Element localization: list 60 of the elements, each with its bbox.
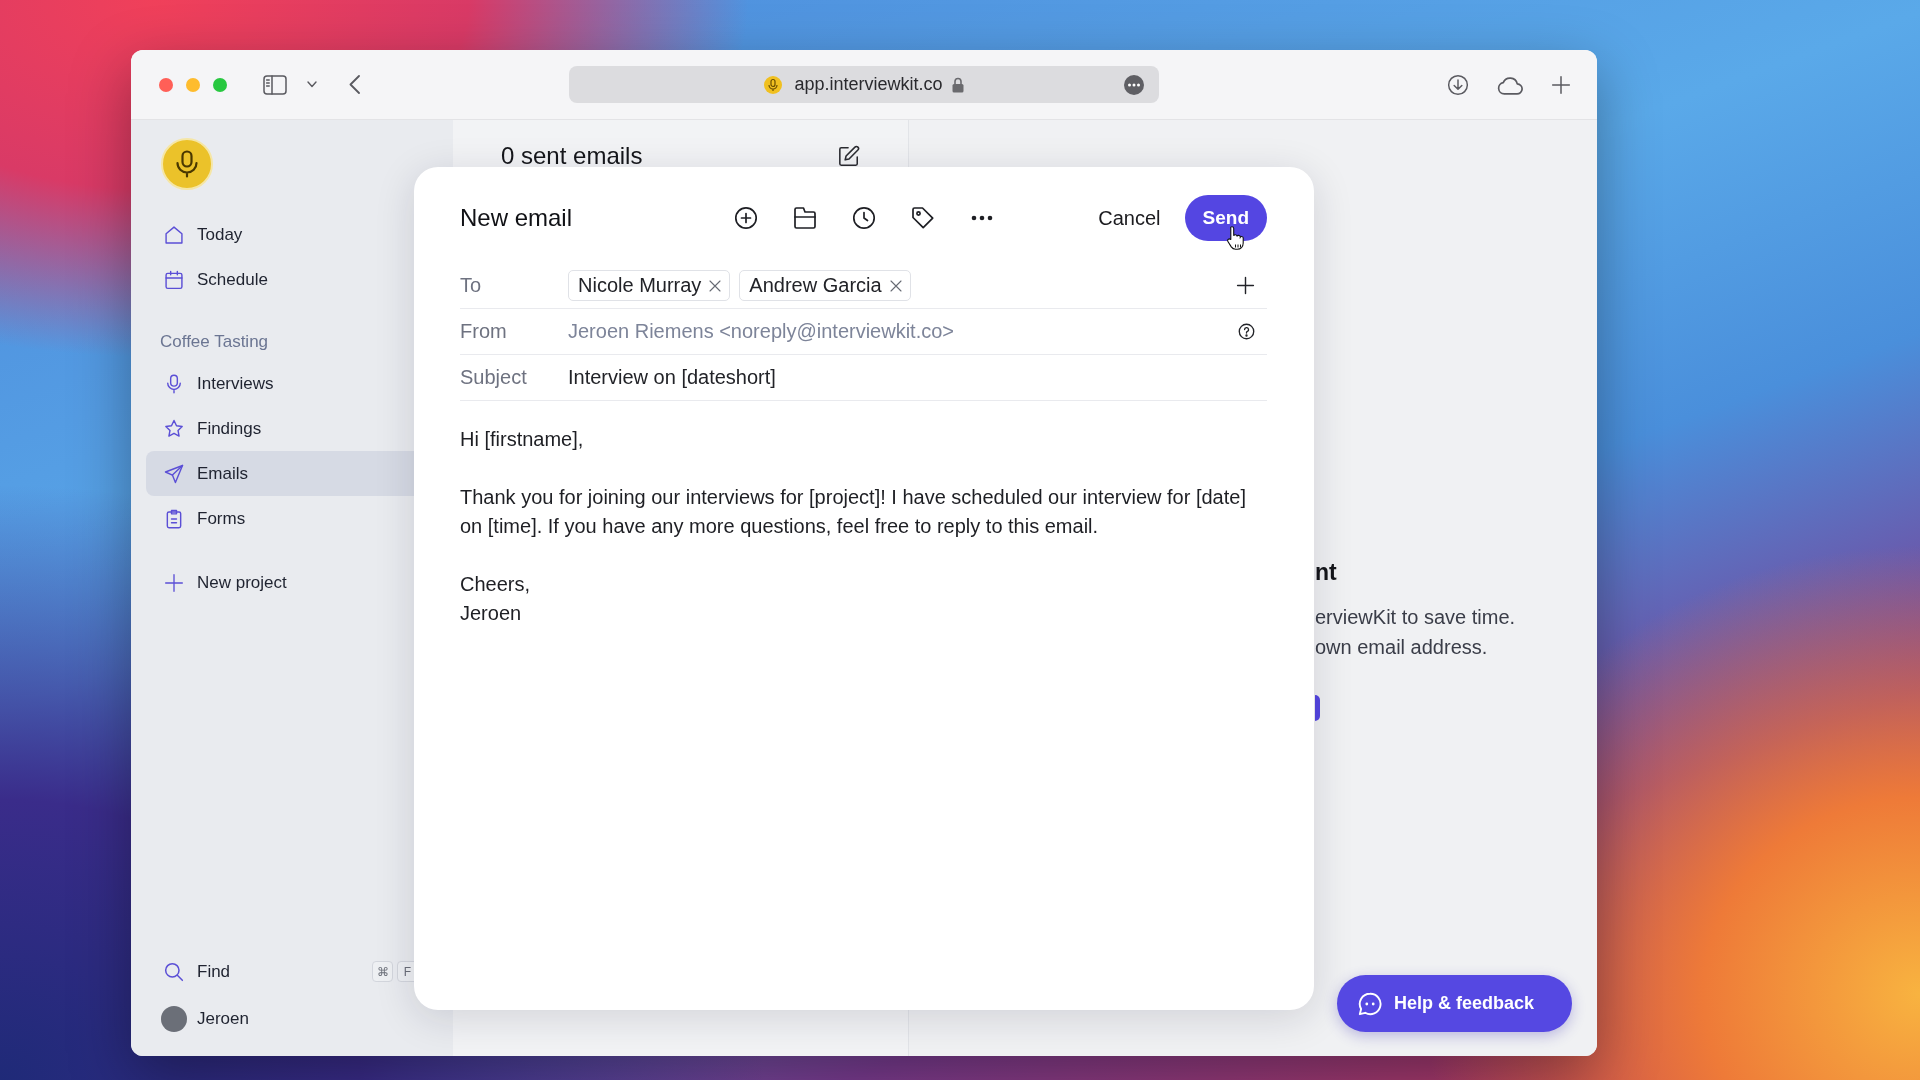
address-bar[interactable]: app.interviewkit.co — [569, 66, 1159, 103]
paper-plane-icon — [164, 463, 184, 484]
hand-cursor-icon — [1227, 226, 1244, 251]
sidebar-item[interactable]: Today — [146, 212, 438, 257]
user-item[interactable]: Jeroen — [146, 996, 438, 1041]
empty-state-text: own email address. — [1315, 635, 1489, 660]
folder-icon[interactable] — [792, 206, 817, 230]
section-title: Coffee Tasting — [160, 331, 270, 353]
edit-icon[interactable] — [838, 145, 860, 167]
field-label: From — [460, 320, 508, 343]
recipient-chip[interactable]: Andrew Garcia — [739, 270, 911, 301]
subject-field[interactable]: Interview on [dateshort] — [568, 366, 1267, 389]
microphone-logo-icon — [764, 75, 783, 94]
chevron-down-icon[interactable] — [307, 81, 317, 88]
clipboard-icon — [164, 508, 184, 529]
search-icon — [164, 961, 184, 982]
avatar — [161, 1005, 187, 1032]
dialog-title: New email — [460, 204, 573, 232]
calendar-icon — [164, 269, 184, 290]
field-label: Subject — [460, 366, 528, 389]
sidebar-item[interactable]: Forms — [146, 496, 438, 541]
window-close-icon[interactable] — [159, 77, 173, 92]
close-icon[interactable] — [709, 279, 722, 292]
recipient-chip[interactable]: Nicole Murray — [568, 270, 731, 301]
sidebar-toggle-icon[interactable] — [263, 74, 287, 95]
plus-icon — [164, 572, 184, 593]
plus-circle-icon[interactable] — [733, 206, 758, 230]
close-icon[interactable] — [889, 279, 902, 292]
microphone-icon — [164, 373, 184, 394]
download-icon[interactable] — [1447, 73, 1469, 96]
body-text: Thank you for joining our interviews for [project]! I have scheduled our interview for [date] on [time]. If you have any more questions, feel free to reply to this email. — [460, 485, 1247, 539]
body-text: Jeroen — [460, 601, 523, 626]
sidebar-item[interactable]: Schedule — [146, 257, 438, 302]
empty-state-text: erviewKit to save time. — [1315, 605, 1517, 630]
help-icon[interactable] — [1238, 323, 1255, 340]
body-text: Cheers, — [460, 572, 532, 597]
help-feedback-button[interactable]: Help & feedback — [1336, 975, 1572, 1032]
more-icon[interactable] — [970, 215, 993, 221]
sidebar-item[interactable]: Interviews — [146, 361, 438, 406]
sidebar-item[interactable]: Findings — [146, 406, 438, 451]
body-text: Hi [firstname], — [460, 427, 585, 452]
panel-title: 0 sent emails — [501, 145, 643, 167]
sender-address: Jeroen Riemens <noreply@interviewkit.co> — [568, 320, 955, 343]
empty-state-heading: nt — [1315, 558, 1338, 587]
app-logo-icon[interactable] — [161, 138, 213, 190]
new-project-button[interactable]: New project — [146, 560, 438, 605]
lock-icon — [951, 76, 964, 93]
tag-icon[interactable] — [910, 206, 935, 230]
back-icon[interactable] — [349, 75, 360, 94]
cloud-icon[interactable] — [1497, 74, 1523, 95]
field-label: To — [460, 274, 483, 297]
home-icon — [164, 224, 184, 245]
plus-icon[interactable] — [1236, 276, 1255, 295]
star-icon — [164, 418, 184, 439]
cancel-button[interactable]: Cancel — [1098, 206, 1161, 230]
shortcut-key: ⌘ — [372, 961, 393, 982]
chat-bubble-icon — [1357, 991, 1382, 1016]
clock-icon[interactable] — [851, 206, 876, 230]
partial-button[interactable] — [1315, 695, 1320, 721]
send-button[interactable]: Send — [1184, 195, 1267, 241]
